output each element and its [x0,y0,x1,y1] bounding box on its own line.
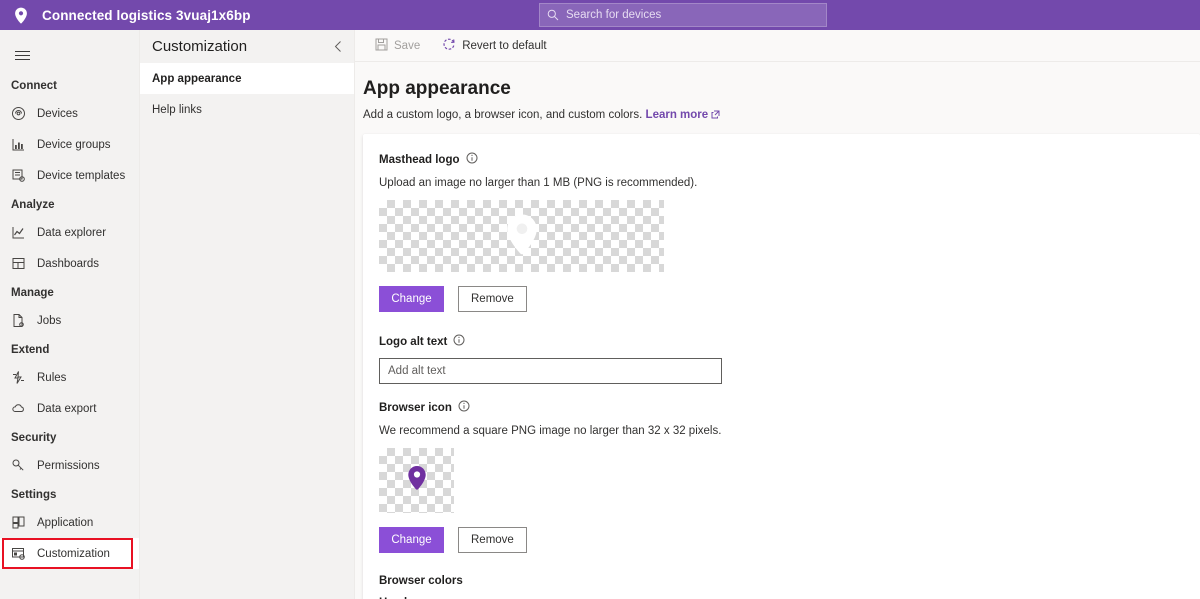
sidebar-item-label: Jobs [37,314,62,327]
line-chart-icon [11,225,31,240]
sidebar-item-label: Rules [37,371,67,384]
learn-more-label: Learn more [645,109,709,121]
sidebar-item-rules[interactable]: Rules [0,362,139,393]
key-icon [11,458,31,473]
masthead-logo-label-text: Masthead logo [379,153,460,166]
page-subtitle-text: Add a custom logo, a browser icon, and c… [363,109,643,121]
sidebar-item-label: Data export [37,402,97,415]
info-circle-icon[interactable] [453,334,465,349]
save-label: Save [394,39,421,52]
map-pin-icon [505,213,539,260]
browser-icon-preview [379,448,454,513]
command-bar: Save Revert to default [355,30,1200,62]
logo-alt-text-label-text: Logo alt text [379,335,448,348]
logo-alt-text-label: Logo alt text [379,334,1184,349]
sidebar-item-device-groups[interactable]: Device groups [0,129,139,160]
sidebar-item-label: Application [37,516,94,529]
map-pin-icon [407,465,427,496]
browser-icon-help-text: We recommend a square PNG image no large… [379,425,722,437]
device-chip-icon [11,106,31,121]
search-placeholder-text: Search for devices [566,9,662,21]
top-header-bar: Connected logistics 3vuaj1x6bp Search fo… [0,0,1200,30]
device-template-icon [11,168,31,183]
info-circle-icon[interactable] [458,400,470,415]
sidebar-item-data-export[interactable]: Data export [0,393,139,424]
page-title: App appearance [363,78,511,99]
masthead-logo-label: Masthead logo [379,152,1184,167]
revert-to-default-button[interactable]: Revert to default [434,32,554,60]
masthead-change-button[interactable]: Change [379,286,444,312]
subpanel-title: Customization [152,38,248,55]
sidebar-item-label: Devices [37,107,78,120]
masthead-remove-button[interactable]: Remove [458,286,527,312]
sidebar-item-customization[interactable]: Customization [0,538,139,569]
search-box[interactable]: Search for devices [539,3,827,27]
sidebar-item-label: Data explorer [37,226,107,239]
app-root: Connected logistics 3vuaj1x6bp Search fo… [0,0,1200,599]
sidebar-item-devices[interactable]: Devices [0,98,139,129]
logo-alt-text-input[interactable] [379,358,722,384]
refresh-circular-icon [442,37,456,54]
browser-icon-actions: Change Remove [379,527,1184,553]
rail-section-manage: Manage [11,287,54,299]
left-navigation-rail: Connect Devices Device groups Device tem… [0,30,140,599]
search-icon [547,9,559,21]
browser-colors-section-label: Browser colors [379,575,463,587]
rail-section-analyze: Analyze [11,199,55,211]
customization-icon [11,546,31,561]
page-header: App appearance Add a custom logo, a brow… [355,62,1200,122]
save-floppy-icon [375,38,388,54]
sidebar-item-jobs[interactable]: Jobs [0,305,139,336]
sidebar-item-label: Dashboards [37,257,100,270]
external-link-icon [711,110,720,122]
jobs-document-icon [11,313,31,328]
sidebar-item-dashboards[interactable]: Dashboards [0,248,139,279]
subpanel-header: Customization [140,30,354,63]
dashboard-grid-icon [11,256,31,271]
rail-section-connect: Connect [11,80,57,92]
sidebar-item-label: Customization [37,547,110,560]
browser-icon-label-text: Browser icon [379,401,452,414]
rail-section-extend: Extend [11,344,50,356]
browser-icon-change-button[interactable]: Change [379,527,444,553]
chevron-left-icon[interactable] [333,40,344,53]
hamburger-icon[interactable] [2,38,42,72]
save-button[interactable]: Save [367,32,428,60]
subpanel-item-help-links[interactable]: Help links [140,94,354,125]
sidebar-item-device-templates[interactable]: Device templates [0,160,139,191]
rules-lightning-icon [11,370,31,385]
sidebar-item-data-explorer[interactable]: Data explorer [0,217,139,248]
subpanel-item-app-appearance[interactable]: App appearance [140,63,354,94]
bar-chart-icon [11,137,31,152]
browser-icon-label: Browser icon [379,400,1184,415]
app-title: Connected logistics 3vuaj1x6bp [42,7,251,23]
sidebar-item-label: Permissions [37,459,100,472]
learn-more-link[interactable]: Learn more [646,109,709,121]
body-container: Connect Devices Device groups Device tem… [0,30,1200,599]
content-scroll-region: App appearance Add a custom logo, a brow… [355,62,1200,599]
page-subtitle: Add a custom logo, a browser icon, and c… [363,109,1200,122]
rail-section-security: Security [11,432,57,444]
info-circle-icon[interactable] [466,152,478,167]
application-layout-icon [11,515,31,530]
cloud-export-icon [11,401,31,416]
map-pin-icon [14,7,28,24]
customization-subpanel: Customization App appearance Help links [140,30,355,599]
masthead-logo-actions: Change Remove [379,286,1184,312]
browser-icon-remove-button[interactable]: Remove [458,527,527,553]
sidebar-item-permissions[interactable]: Permissions [0,450,139,481]
app-appearance-card: Masthead logo Upload an image no larger … [363,134,1200,599]
rail-section-settings: Settings [11,489,57,501]
main-content: Save Revert to default App appearance Ad… [355,30,1200,599]
masthead-logo-help-text: Upload an image no larger than 1 MB (PNG… [379,177,698,189]
masthead-logo-preview [379,200,664,272]
revert-label: Revert to default [462,39,547,52]
sidebar-item-application[interactable]: Application [0,507,139,538]
sidebar-item-label: Device templates [37,169,126,182]
sidebar-item-label: Device groups [37,138,111,151]
